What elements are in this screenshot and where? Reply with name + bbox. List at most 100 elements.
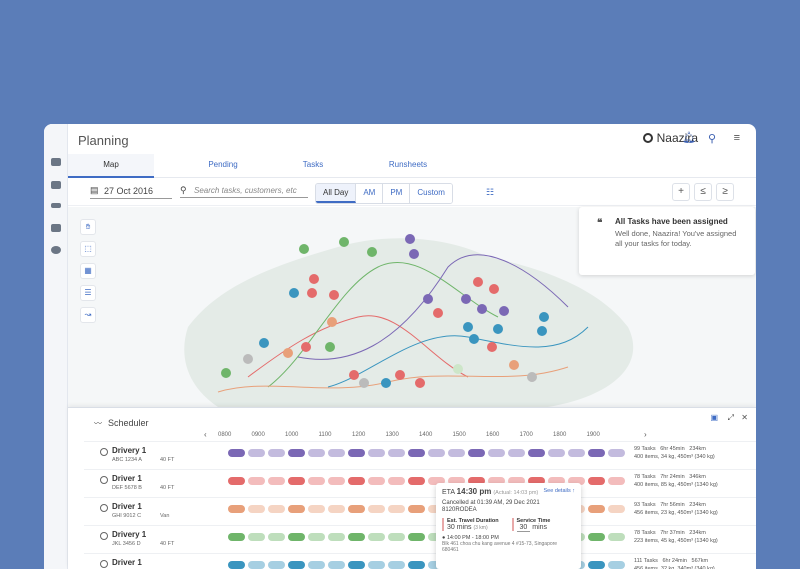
- map-pin[interactable]: [327, 317, 337, 327]
- search-input[interactable]: Search tasks, customers, etc: [180, 186, 308, 198]
- list-icon[interactable]: ☰: [80, 285, 96, 301]
- task-block[interactable]: [608, 505, 625, 513]
- task-block[interactable]: [588, 477, 605, 485]
- map-pin[interactable]: [493, 324, 503, 334]
- map-pin[interactable]: [461, 294, 471, 304]
- route-timeline-bar[interactable]: [228, 449, 648, 457]
- scheduler-row[interactable]: Driver 1 GHI 9012 C Van 93 Tasks 7hr 56min …: [84, 497, 756, 525]
- task-block[interactable]: [268, 561, 285, 569]
- save-view-icon[interactable]: ▣: [710, 413, 718, 422]
- timeline-next-icon[interactable]: ›: [644, 430, 647, 439]
- task-block[interactable]: [288, 505, 305, 513]
- map-pin[interactable]: [409, 249, 419, 259]
- task-block[interactable]: [588, 449, 605, 457]
- service-time-input[interactable]: 30: [516, 524, 531, 532]
- map-pin[interactable]: [473, 277, 483, 287]
- task-block[interactable]: [328, 449, 345, 457]
- map-pin[interactable]: [537, 326, 547, 336]
- task-block[interactable]: [528, 449, 545, 457]
- map-pin[interactable]: [527, 372, 537, 382]
- truck-icon[interactable]: [51, 203, 61, 208]
- sort-descending-button[interactable]: ≥: [716, 183, 734, 201]
- task-block[interactable]: [388, 505, 405, 513]
- map-pin[interactable]: [325, 342, 335, 352]
- hamburger-menu-icon[interactable]: ≡: [734, 132, 740, 144]
- task-block[interactable]: [408, 505, 425, 513]
- task-block[interactable]: [228, 505, 245, 513]
- task-block[interactable]: [248, 533, 265, 541]
- map-pin[interactable]: [539, 312, 549, 322]
- task-block[interactable]: [348, 449, 365, 457]
- tab-runsheets[interactable]: Runsheets: [360, 154, 456, 178]
- task-block[interactable]: [248, 561, 265, 569]
- map-pin[interactable]: [339, 237, 349, 247]
- map-pin[interactable]: [289, 288, 299, 298]
- task-block[interactable]: [608, 477, 625, 485]
- scheduler-row[interactable]: Drivery 1 ABC 1234 A 40 FT 99 Tasks 6hr 45m…: [84, 441, 756, 469]
- building-icon[interactable]: [51, 224, 61, 232]
- task-block[interactable]: [588, 505, 605, 513]
- task-block[interactable]: [468, 449, 485, 457]
- tab-pending[interactable]: Pending: [180, 154, 266, 178]
- task-block[interactable]: [388, 449, 405, 457]
- task-block[interactable]: [388, 477, 405, 485]
- map-pin[interactable]: [301, 342, 311, 352]
- task-block[interactable]: [228, 449, 245, 457]
- task-block[interactable]: [608, 533, 625, 541]
- map-pin[interactable]: [469, 334, 479, 344]
- map-pin[interactable]: [509, 360, 519, 370]
- task-block[interactable]: [268, 533, 285, 541]
- task-block[interactable]: [308, 449, 325, 457]
- task-block[interactable]: [348, 477, 365, 485]
- task-block[interactable]: [328, 505, 345, 513]
- map-pin[interactable]: [309, 274, 319, 284]
- task-block[interactable]: [368, 477, 385, 485]
- task-block[interactable]: [288, 561, 305, 569]
- date-picker[interactable]: 27 Oct 2016: [90, 186, 172, 199]
- add-button[interactable]: +: [672, 183, 690, 201]
- task-block[interactable]: [288, 533, 305, 541]
- segment-pm[interactable]: PM: [383, 184, 411, 203]
- task-block[interactable]: [408, 561, 425, 569]
- close-icon[interactable]: ✕: [741, 413, 748, 422]
- map-pin[interactable]: [477, 304, 487, 314]
- map-pin[interactable]: [489, 284, 499, 294]
- task-block[interactable]: [248, 477, 265, 485]
- map-pin[interactable]: [307, 288, 317, 298]
- map-pin[interactable]: [259, 338, 269, 348]
- map-pin[interactable]: [423, 294, 433, 304]
- task-block[interactable]: [328, 561, 345, 569]
- map-pin[interactable]: [381, 378, 391, 388]
- task-block[interactable]: [328, 477, 345, 485]
- map-pin[interactable]: [329, 290, 339, 300]
- task-block[interactable]: [328, 533, 345, 541]
- task-block[interactable]: [228, 533, 245, 541]
- filter-icon[interactable]: ☷: [486, 187, 494, 198]
- notification-bell-icon[interactable]: 🔔︎: [682, 131, 696, 144]
- task-block[interactable]: [248, 505, 265, 513]
- task-block[interactable]: [268, 477, 285, 485]
- task-block[interactable]: [308, 477, 325, 485]
- task-block[interactable]: [268, 449, 285, 457]
- task-block[interactable]: [448, 449, 465, 457]
- scheduler-row[interactable]: Drivery 1 JKL 3456 D 40 FT 78 Tasks 7hr 37m…: [84, 525, 756, 553]
- map-pin[interactable]: [499, 306, 509, 316]
- segment-all-day[interactable]: All Day: [316, 184, 357, 203]
- map-pin[interactable]: [395, 370, 405, 380]
- task-block[interactable]: [608, 449, 625, 457]
- task-block[interactable]: [308, 561, 325, 569]
- scheduler-row[interactable]: Driver 1MNO 7890 E40 FT111 Tasks 6hr 24m…: [84, 553, 756, 569]
- route-line-icon[interactable]: ↝: [80, 307, 96, 323]
- task-block[interactable]: [568, 449, 585, 457]
- map-pin[interactable]: [299, 244, 309, 254]
- map-pin[interactable]: [243, 354, 253, 364]
- scheduler-row[interactable]: Driver 1 DEF 5678 B 40 FT 78 Tasks 7hr 24mi…: [84, 469, 756, 497]
- task-block[interactable]: [348, 561, 365, 569]
- task-block[interactable]: [408, 477, 425, 485]
- dashboard-icon[interactable]: [51, 158, 61, 166]
- map-pin[interactable]: [415, 378, 425, 388]
- task-block[interactable]: [428, 449, 445, 457]
- timeline-prev-icon[interactable]: ‹: [204, 430, 207, 439]
- tab-map[interactable]: Map: [68, 154, 154, 178]
- task-block[interactable]: [548, 449, 565, 457]
